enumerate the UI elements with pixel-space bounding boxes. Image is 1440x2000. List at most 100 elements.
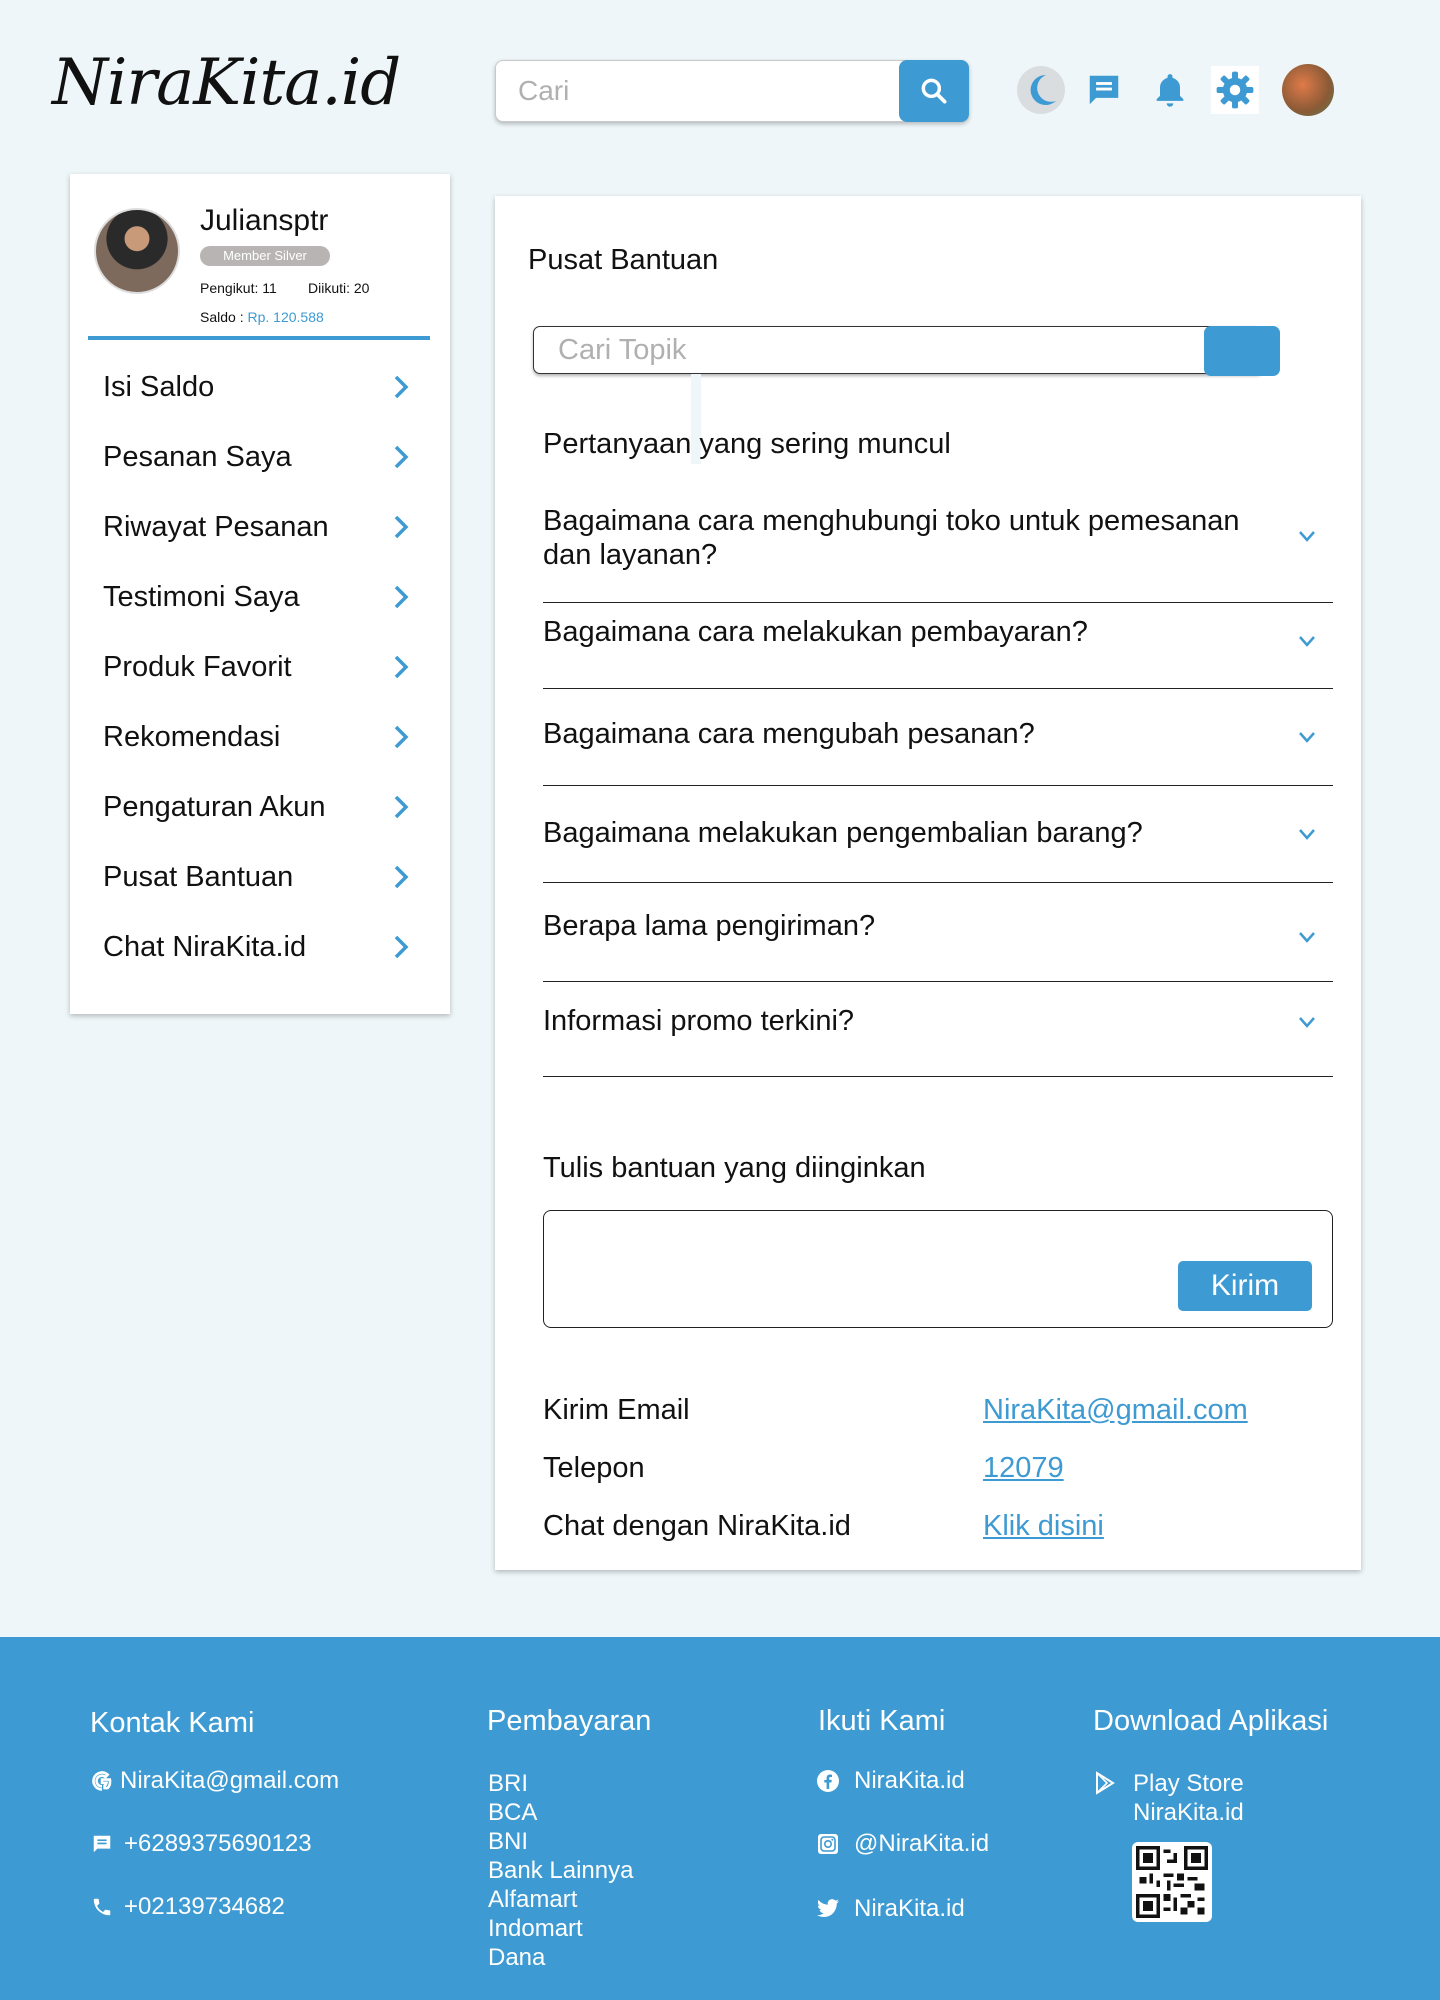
sidebar-item-testimoni-saya[interactable]: Testimoni Saya <box>70 562 450 632</box>
help-request-textarea[interactable] <box>554 1219 1154 1319</box>
footer-download-title: Download Aplikasi <box>1093 1705 1329 1737</box>
topic-search-button[interactable] <box>1204 326 1280 376</box>
faq-item[interactable]: Bagaimana cara melakukan pembayaran? <box>543 603 1333 689</box>
faq-item[interactable]: Bagaimana cara mengubah pesanan? <box>543 689 1333 786</box>
dark-mode-toggle[interactable] <box>1017 66 1065 114</box>
logo[interactable]: NiraKita.id <box>52 46 401 120</box>
page-title: Pusat Bantuan <box>528 244 719 276</box>
profile-photo[interactable] <box>94 208 180 294</box>
faq-item[interactable]: Bagaimana melakukan pengembalian barang? <box>543 786 1333 883</box>
balance-label: Saldo : <box>200 309 248 325</box>
sidebar-item-label: Testimoni Saya <box>103 580 300 613</box>
email-label: Kirim Email <box>543 1394 690 1426</box>
user-avatar[interactable] <box>1282 64 1334 116</box>
sidebar-item-produk-favorit[interactable]: Produk Favorit <box>70 632 450 702</box>
search-input[interactable] <box>496 61 896 121</box>
sidebar-item-pusat-bantuan[interactable]: Pusat Bantuan <box>70 842 450 912</box>
play-store-icon <box>1093 1771 1117 1795</box>
footer-instagram[interactable]: @NiraKita.id <box>816 1830 989 1858</box>
faq-question: Informasi promo terkini? <box>543 1005 855 1037</box>
bell-icon <box>1156 74 1184 107</box>
chevron-down-icon <box>1299 932 1315 943</box>
member-badge: Member Silver <box>200 246 330 266</box>
play-store-app-name: NiraKita.id <box>1133 1799 1244 1826</box>
footer-email-text: NiraKita@gmail.com <box>120 1767 340 1794</box>
footer: Kontak Kami NiraKita@gmail.com +62893756… <box>0 1637 1440 2000</box>
chevron-right-icon <box>394 935 409 959</box>
play-store-text: Play Store NiraKita.id <box>1133 1769 1244 1827</box>
search-button[interactable] <box>899 60 969 122</box>
faq-question: Bagaimana melakukan pengembalian barang? <box>543 817 1143 849</box>
topic-search-input[interactable] <box>534 327 1194 373</box>
balance-value: Rp. 120.588 <box>247 309 324 325</box>
payment-item: Indomart <box>488 1915 583 1942</box>
sidebar-item-label: Pesanan Saya <box>103 440 292 473</box>
sidebar-item-rekomendasi[interactable]: Rekomendasi <box>70 702 450 772</box>
payment-item: BNI <box>488 1828 529 1855</box>
sidebar-item-pesanan-saya[interactable]: Pesanan Saya <box>70 422 450 492</box>
footer-twitter-text: NiraKita.id <box>854 1895 965 1922</box>
chat-icon <box>1089 75 1119 105</box>
footer-facebook[interactable]: NiraKita.id <box>816 1767 965 1795</box>
help-center-card: Pusat Bantuan Pertanyaan yang sering mun… <box>495 196 1361 1570</box>
chevron-down-icon <box>1299 636 1315 647</box>
phone-link[interactable]: 12079 <box>983 1452 1064 1485</box>
instagram-icon <box>816 1832 840 1856</box>
sidebar-item-pengaturan-akun[interactable]: Pengaturan Akun <box>70 772 450 842</box>
footer-phone-2[interactable]: +02139734682 <box>90 1893 285 1921</box>
email-link[interactable]: NiraKita@gmail.com <box>983 1394 1248 1427</box>
sidebar-item-riwayat-pesanan[interactable]: Riwayat Pesanan <box>70 492 450 562</box>
chevron-right-icon <box>394 515 409 539</box>
payment-item: BCA <box>488 1799 538 1826</box>
faq-item[interactable]: Bagaimana cara menghubungi toko untuk pe… <box>543 496 1333 603</box>
faq-item[interactable]: Berapa lama pengiriman? <box>543 883 1333 982</box>
chat-link[interactable]: Klik disini <box>983 1510 1104 1543</box>
footer-phone-1-text: +6289375690123 <box>124 1830 312 1857</box>
balance: Saldo : Rp. 120.588 <box>200 309 324 325</box>
qr-code <box>1132 1842 1212 1922</box>
sidebar-item-label: Pengaturan Akun <box>103 790 326 823</box>
moon-icon <box>1030 74 1056 105</box>
footer-twitter[interactable]: NiraKita.id <box>816 1895 965 1923</box>
following-count: Diikuti: 20 <box>308 280 370 296</box>
chevron-right-icon <box>394 725 409 749</box>
play-store-link[interactable]: Play Store NiraKita.id <box>1093 1769 1244 1827</box>
chevron-down-icon <box>1299 1017 1315 1028</box>
chevron-down-icon <box>1299 829 1315 840</box>
faq-question: Berapa lama pengiriman? <box>543 910 876 942</box>
message-icon <box>90 1833 114 1855</box>
gear-icon <box>1216 71 1254 109</box>
sidebar-item-label: Chat NiraKita.id <box>103 930 307 963</box>
sidebar-item-chat[interactable]: Chat NiraKita.id <box>70 912 450 982</box>
faq-item[interactable]: Informasi promo terkini? <box>543 982 1333 1077</box>
sidebar-menu: Isi Saldo Pesanan Saya Riwayat Pesanan T… <box>70 352 450 982</box>
send-button[interactable]: Kirim <box>1178 1261 1312 1311</box>
chevron-right-icon <box>394 445 409 469</box>
payment-item: Bank Lainnya <box>488 1857 634 1884</box>
search-icon <box>921 78 947 104</box>
sidebar-item-isi-saldo[interactable]: Isi Saldo <box>70 352 450 422</box>
footer-follow-title: Ikuti Kami <box>818 1705 946 1737</box>
twitter-icon <box>816 1898 840 1920</box>
chevron-right-icon <box>394 655 409 679</box>
faq-heading: Pertanyaan yang sering muncul <box>543 428 951 460</box>
sidebar-item-label: Riwayat Pesanan <box>103 510 329 543</box>
chat-label: Chat dengan NiraKita.id <box>543 1510 851 1542</box>
google-icon <box>90 1769 114 1793</box>
payment-item: Alfamart <box>488 1886 578 1913</box>
sidebar-item-label: Produk Favorit <box>103 650 292 683</box>
payment-item: BRI <box>488 1770 529 1797</box>
footer-phone-1[interactable]: +6289375690123 <box>90 1830 312 1858</box>
profile-name: Juliansptr <box>200 204 329 237</box>
notifications-button[interactable] <box>1146 66 1194 114</box>
help-request-box: Kirim <box>543 1210 1333 1328</box>
chevron-right-icon <box>394 375 409 399</box>
messages-button[interactable] <box>1080 66 1128 114</box>
footer-instagram-text: @NiraKita.id <box>854 1830 990 1857</box>
play-store-label: Play Store <box>1133 1770 1244 1797</box>
faq-question: Bagaimana cara melakukan pembayaran? <box>543 616 1088 648</box>
chevron-down-icon <box>1299 531 1315 542</box>
settings-button[interactable] <box>1211 66 1259 114</box>
footer-email[interactable]: NiraKita@gmail.com <box>90 1767 339 1795</box>
phone-label: Telepon <box>543 1452 645 1484</box>
